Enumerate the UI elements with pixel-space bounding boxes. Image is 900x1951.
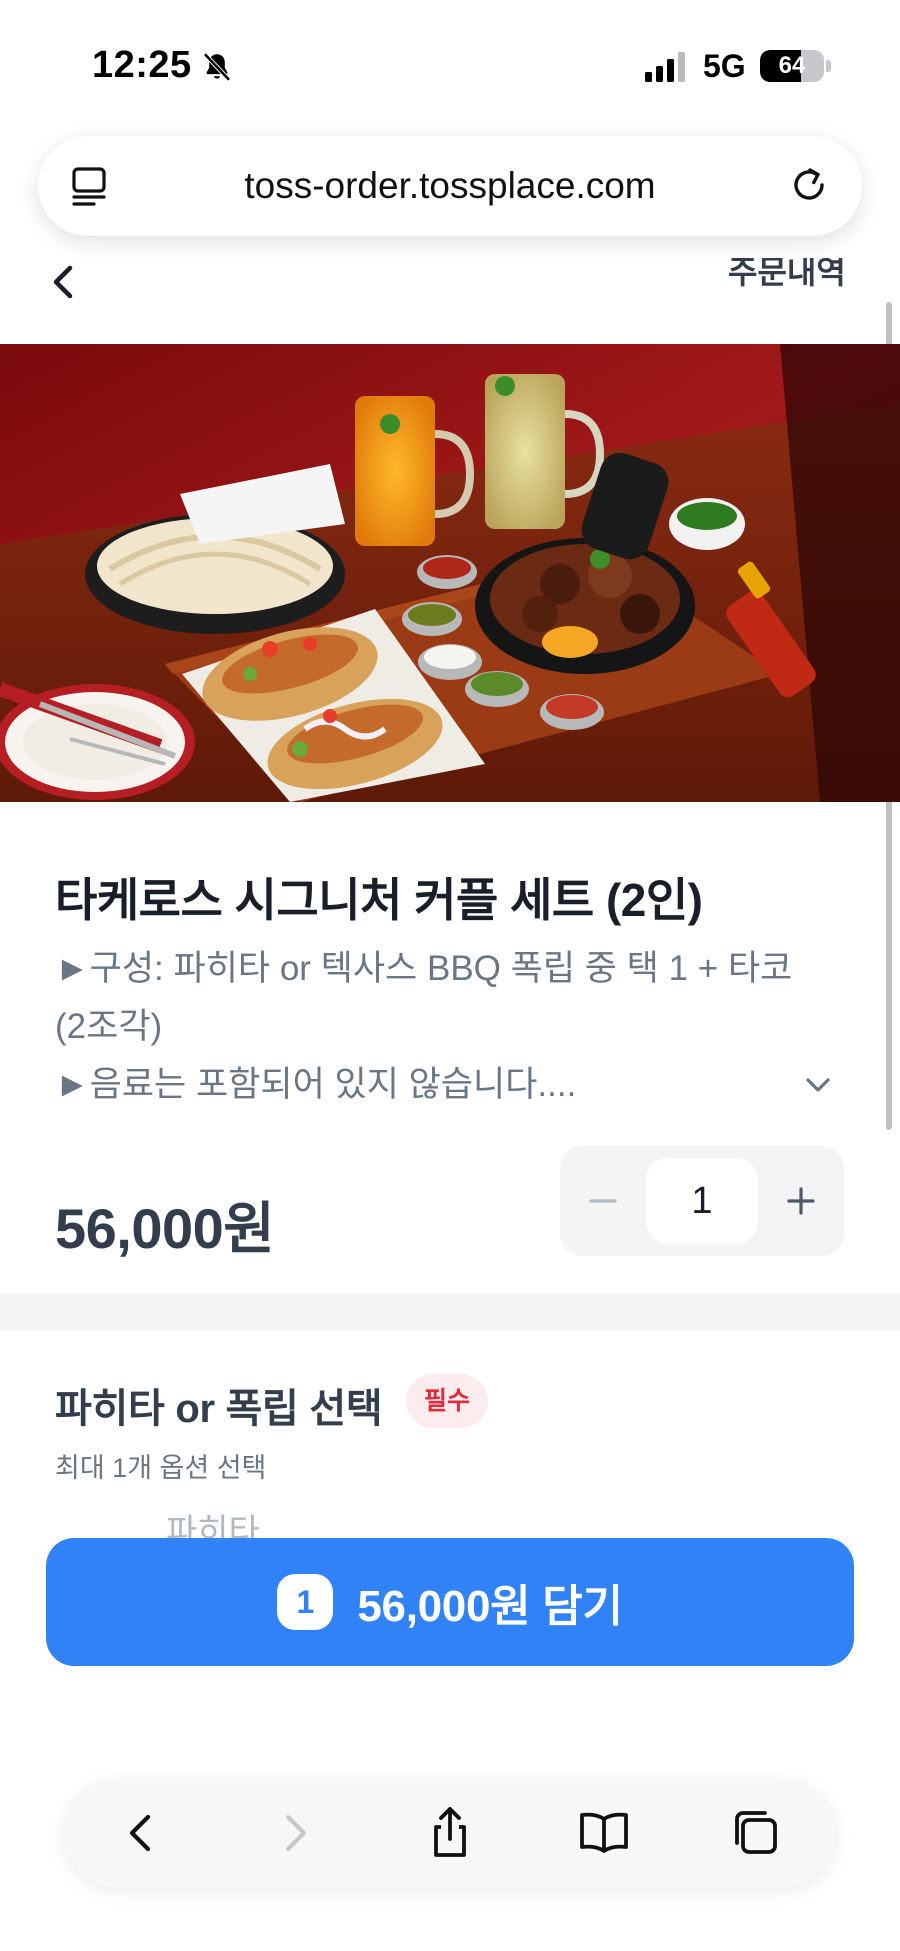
back-button[interactable] (44, 258, 80, 306)
description-line: (2조각) (55, 1007, 163, 1046)
browser-toolbar (64, 1778, 836, 1888)
food-photo (0, 344, 900, 802)
cart-count-badge: 1 (277, 1574, 334, 1630)
battery-level: 64 (778, 52, 806, 79)
back-icon[interactable] (114, 1805, 170, 1861)
address-bar[interactable]: toss-order.tossplace.com (38, 136, 862, 236)
option-group-subtitle: 최대 1개 옵션 선택 (55, 1453, 267, 1483)
chevron-down-icon[interactable] (800, 1067, 836, 1103)
add-to-cart-label: 56,000원 담기 (357, 1582, 623, 1631)
option-group-title: 파히타 or 폭립 선택 (55, 1387, 383, 1431)
url-text[interactable]: toss-order.tossplace.com (38, 136, 862, 236)
add-to-cart-button[interactable]: 1 56,000원 담기 (46, 1538, 854, 1666)
bookmarks-icon[interactable] (576, 1805, 632, 1861)
minus-icon (589, 1199, 617, 1203)
description-line: ►음료는 포함되어 있지 않습니다.... (55, 1065, 577, 1104)
status-time: 12:25 (92, 44, 192, 86)
option-item-label[interactable]: 파히타 (166, 1512, 260, 1540)
decrease-button[interactable] (560, 1146, 646, 1256)
battery-nub (826, 60, 831, 72)
product-description[interactable]: ►구성: 파히타 or 텍사스 BBQ 폭립 중 택 1 + 타코 (2조각) … (55, 940, 835, 1114)
product-price: 56,000원 (55, 1197, 275, 1260)
reload-icon[interactable] (786, 163, 832, 209)
forward-icon[interactable] (266, 1805, 322, 1861)
tabs-icon[interactable] (728, 1805, 784, 1861)
plus-icon (787, 1187, 815, 1215)
description-line: ►구성: 파히타 or 텍사스 BBQ 폭립 중 택 1 + 타코 (55, 949, 793, 988)
quantity-stepper: 1 (560, 1146, 844, 1256)
battery-icon: 64 (760, 50, 824, 82)
required-badge: 필수 (406, 1374, 489, 1428)
product-title: 타케로스 시그니처 커플 세트 (2인) (55, 874, 703, 926)
product-image (0, 344, 900, 802)
share-icon[interactable] (422, 1805, 478, 1861)
section-divider (0, 1294, 900, 1330)
bell-slash-icon (203, 52, 231, 82)
status-bar: 12:25 5G 64 (0, 0, 900, 130)
network-label: 5G (703, 48, 746, 84)
quantity-value[interactable]: 1 (646, 1158, 758, 1244)
cellular-signal-icon (645, 52, 685, 82)
order-history-link[interactable]: 주문내역 (728, 258, 846, 298)
increase-button[interactable] (758, 1146, 844, 1256)
